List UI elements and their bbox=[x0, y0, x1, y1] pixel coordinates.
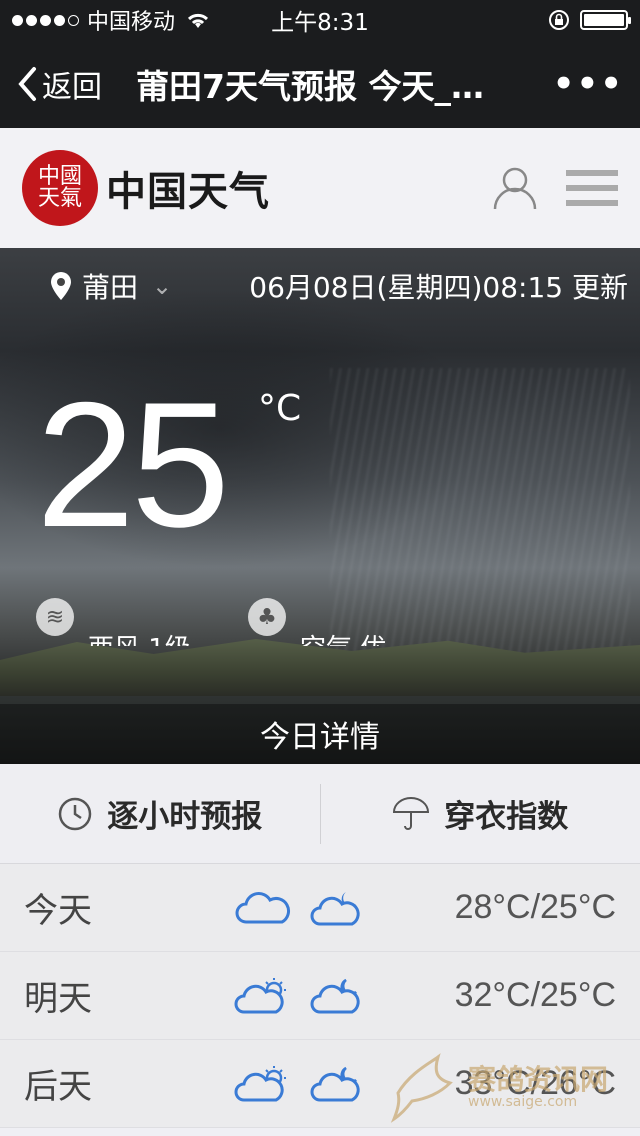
location-pin-icon bbox=[51, 272, 71, 300]
forecast-day: 明天 bbox=[24, 979, 92, 1019]
today-detail-button[interactable]: 今日详情 bbox=[0, 704, 640, 764]
forecast-row[interactable]: 今天 28°C/25°C bbox=[0, 864, 640, 952]
wind-text: 西风 1级 bbox=[88, 628, 191, 646]
clock-icon bbox=[59, 797, 92, 830]
partly-cloudy-night-icon bbox=[310, 1066, 360, 1101]
partly-cloudy-night-icon bbox=[310, 978, 360, 1013]
user-icon[interactable] bbox=[492, 165, 538, 211]
tab-dressing-index[interactable]: 穿衣指数 bbox=[321, 791, 640, 836]
back-label: 返回 bbox=[42, 70, 102, 105]
watermark-url: www.saige.com bbox=[468, 1094, 578, 1110]
current-temperature: 25 bbox=[36, 365, 230, 564]
tab-hourly-label: 逐小时预报 bbox=[107, 799, 263, 835]
carrier-label: 中国移动 bbox=[87, 10, 176, 35]
location-row: 莆田 ⌄ 06月08日(星期四)08:15 更新 bbox=[50, 266, 628, 306]
wind-info: ≋ 西风 1级 bbox=[36, 588, 191, 646]
watermark: 赛鸽资讯网 www.saige.com bbox=[390, 1048, 640, 1128]
forecast-tabs: 逐小时预报 穿衣指数 bbox=[0, 764, 640, 864]
forecast-day: 后天 bbox=[24, 1067, 92, 1107]
today-detail-label: 今日详情 bbox=[260, 720, 380, 755]
page-title: 莆田7天气预报 今天_… bbox=[136, 67, 484, 106]
city-selector[interactable]: 莆田 bbox=[82, 266, 138, 306]
wifi-icon bbox=[187, 13, 209, 28]
umbrella-icon bbox=[393, 796, 430, 830]
more-button[interactable]: ••• bbox=[553, 64, 624, 104]
logo-text[interactable]: 中国天气 bbox=[106, 159, 270, 217]
site-header: 中國天氣 中国天气 bbox=[0, 128, 640, 248]
chevron-left-icon bbox=[18, 67, 36, 101]
pigeon-logo-icon bbox=[390, 1053, 453, 1123]
partly-cloudy-day-icon bbox=[234, 977, 286, 1013]
partly-cloudy-night-icon bbox=[310, 891, 360, 925]
clover-icon: ♣ bbox=[248, 598, 286, 636]
cloudy-icon bbox=[235, 891, 291, 923]
logo-seal[interactable]: 中國天氣 bbox=[22, 150, 98, 226]
partly-cloudy-day-icon bbox=[234, 1065, 286, 1101]
logo-seal-text: 中國天氣 bbox=[37, 164, 82, 211]
nav-bar: 返回 莆田7天气预报 今天_… ••• bbox=[0, 40, 640, 128]
air-quality-info: ♣ 空气 优 bbox=[248, 588, 386, 646]
air-quality-text: 空气 优 bbox=[300, 628, 386, 646]
weather-hero: 莆田 ⌄ 06月08日(星期四)08:15 更新 25 °C ≋ 西风 1级 ♣… bbox=[0, 248, 640, 764]
temperature-unit: °C bbox=[258, 388, 302, 429]
tab-hourly-forecast[interactable]: 逐小时预报 bbox=[0, 791, 320, 836]
forecast-range: 28°C/25°C bbox=[454, 888, 616, 926]
forecast-range: 32°C/25°C bbox=[454, 976, 616, 1014]
chevron-down-icon[interactable]: ⌄ bbox=[152, 272, 172, 300]
forecast-row[interactable]: 明天 32°C/25°C bbox=[0, 952, 640, 1040]
forecast-day: 今天 bbox=[24, 891, 92, 931]
watermark-text: 赛鸽资讯网 bbox=[468, 1063, 609, 1096]
menu-icon[interactable] bbox=[566, 168, 618, 208]
back-button[interactable]: 返回 bbox=[16, 62, 102, 106]
tab-dressing-label: 穿衣指数 bbox=[444, 799, 569, 835]
top-bar: 中国移动 上午8:31 返回 莆田7天气预报 今天_… ••• bbox=[0, 0, 640, 128]
wind-icon: ≋ bbox=[36, 598, 74, 636]
signal-icon bbox=[12, 14, 79, 26]
update-time: 06月08日(星期四)08:15 更新 bbox=[249, 271, 628, 304]
rotation-lock-icon bbox=[549, 10, 569, 30]
battery-icon bbox=[580, 10, 631, 30]
status-bar: 中国移动 上午8:31 bbox=[0, 0, 640, 40]
